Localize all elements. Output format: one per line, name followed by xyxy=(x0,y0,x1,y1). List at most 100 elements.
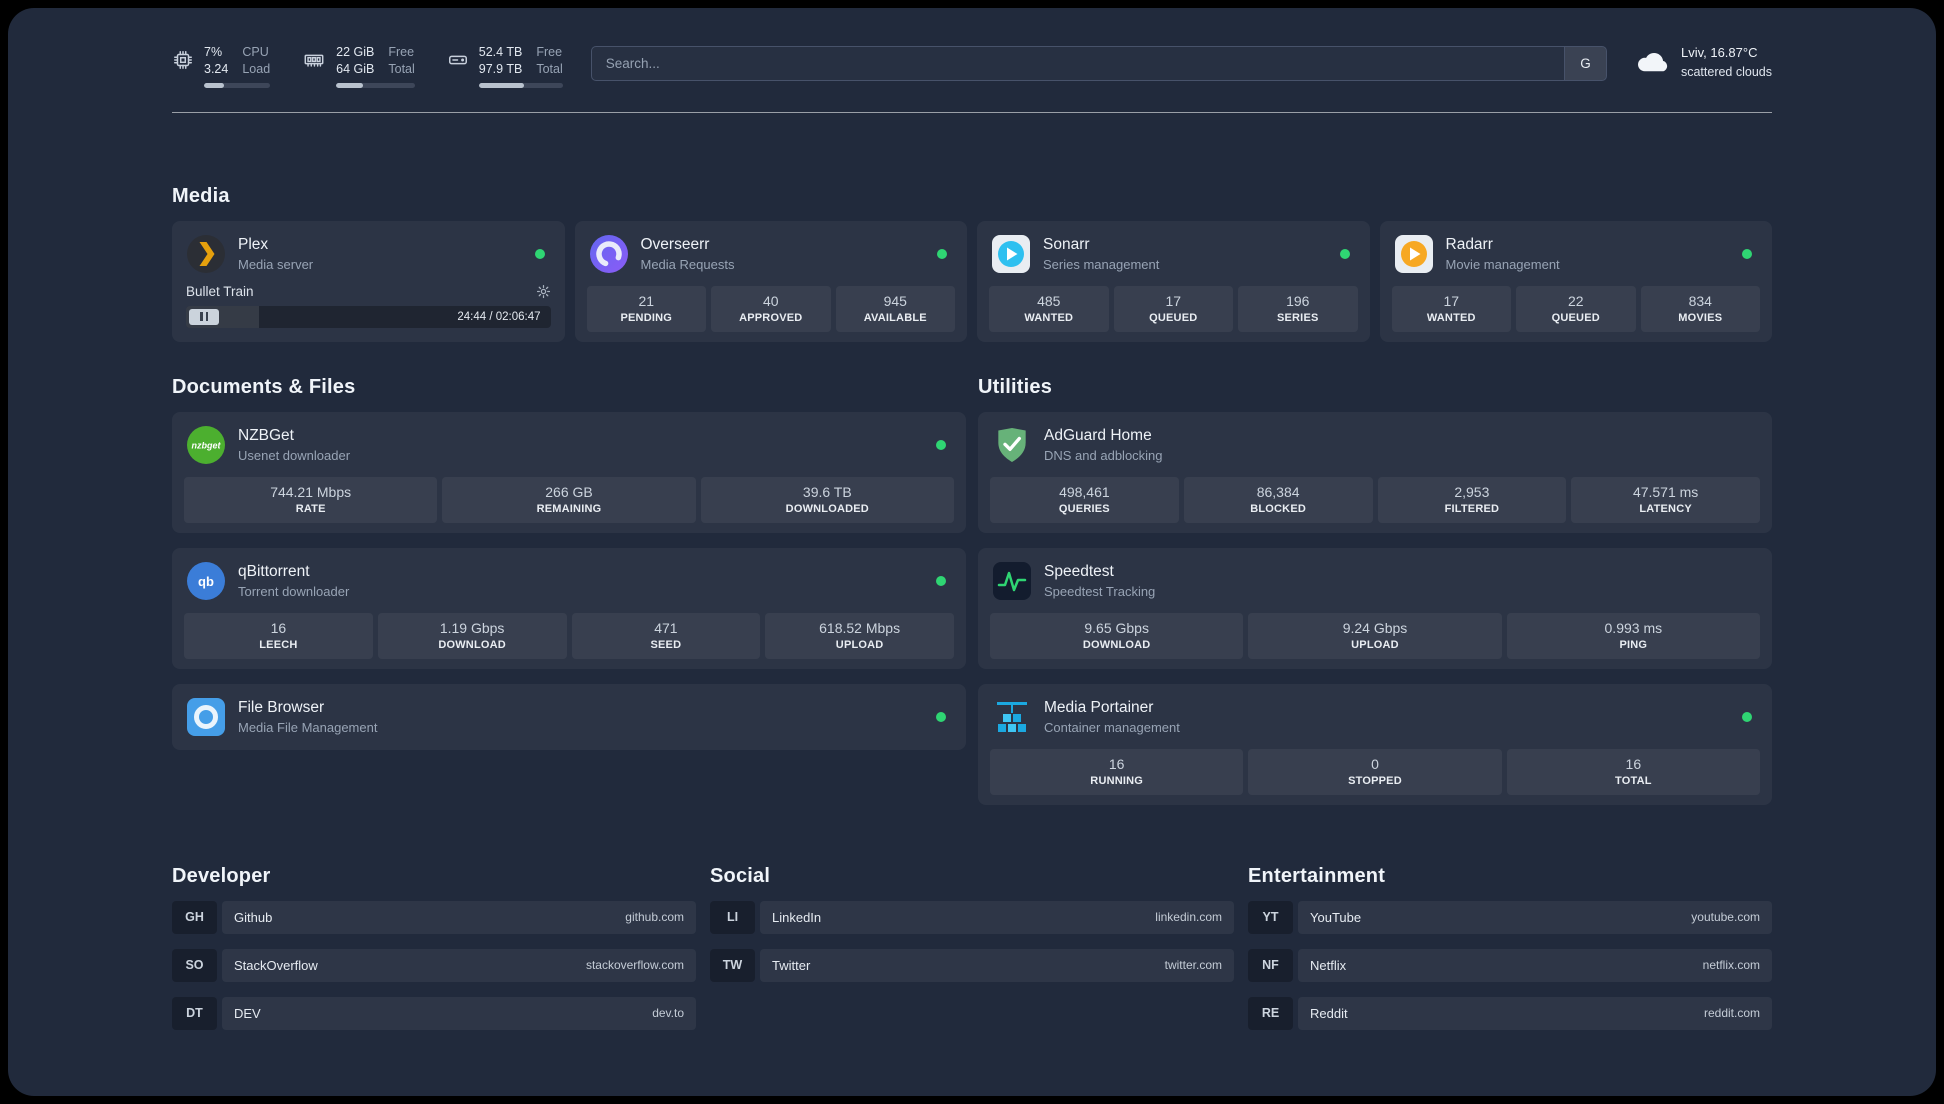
service-card-adguard-home[interactable]: AdGuard Home DNS and adblocking 498,461 … xyxy=(978,411,1772,533)
memory-free-label: Free xyxy=(388,45,415,59)
service-card-radarr[interactable]: Radarr Movie management 17 WANTED 22 QUE… xyxy=(1379,220,1772,342)
stat-box: 618.52 Mbps UPLOAD xyxy=(765,612,954,659)
search-provider-button[interactable]: G xyxy=(1563,47,1606,80)
qbittorrent-icon: qb xyxy=(186,561,226,601)
stat-label: WANTED xyxy=(1024,311,1074,324)
stat-box: 9.65 Gbps DOWNLOAD xyxy=(990,612,1244,659)
service-card-plex[interactable]: Plex Media server Bullet Train 24:44 / 0… xyxy=(172,220,565,342)
cpu-load-label: Load xyxy=(242,61,271,76)
stat-box: 744.21 Mbps RATE xyxy=(184,476,438,523)
stat-label: REMAINING xyxy=(536,502,602,515)
service-card-sonarr[interactable]: Sonarr Series management 485 WANTED 17 Q… xyxy=(977,220,1370,342)
top-bar: 7% 3.24 CPU Load 22 GiB 64 GiB Free Tota… xyxy=(172,44,1772,113)
memory-free-value: 22 GiB xyxy=(336,45,375,59)
stat-value: 17 xyxy=(1165,292,1182,309)
disk-meter xyxy=(478,82,563,88)
stat-label: SEED xyxy=(650,638,682,651)
service-name: Speedtest xyxy=(1044,562,1114,580)
bookmark-youtube[interactable]: YT YouTube youtube.com xyxy=(1248,900,1772,934)
service-subtitle: Movie management xyxy=(1445,256,1560,272)
stat-value: 618.52 Mbps xyxy=(819,619,901,636)
pause-button[interactable] xyxy=(189,308,219,325)
stat-label: DOWNLOAD xyxy=(438,638,506,651)
stat-label: QUEUED xyxy=(1149,311,1198,324)
svg-text:qb: qb xyxy=(198,574,214,589)
service-card-filebrowser[interactable]: File Browser Media File Management xyxy=(172,683,966,750)
service-subtitle: Usenet downloader xyxy=(238,447,351,463)
stat-value: 22 xyxy=(1567,292,1584,309)
bookmark-twitter[interactable]: TW Twitter twitter.com xyxy=(710,948,1234,982)
search-input[interactable] xyxy=(591,47,1564,80)
cpu-widget: 7% 3.24 CPU Load xyxy=(172,44,271,88)
bookmark-github[interactable]: GH Github github.com xyxy=(172,900,696,934)
now-playing-title: Bullet Train xyxy=(186,283,254,299)
bookmark-reddit[interactable]: RE Reddit reddit.com xyxy=(1248,996,1772,1030)
cpu-chip-icon xyxy=(172,49,194,76)
stat-value: 40 xyxy=(762,292,779,309)
bookmark-group-title: Developer xyxy=(172,864,271,887)
status-indicator xyxy=(1742,248,1752,259)
plex-icon xyxy=(186,234,226,274)
stat-value: 39.6 TB xyxy=(802,483,852,500)
service-card-nzbget[interactable]: nzbget NZBGet Usenet downloader 744.21 M… xyxy=(172,411,966,533)
service-name: AdGuard Home xyxy=(1044,426,1152,444)
gear-icon[interactable] xyxy=(536,284,551,299)
bookmark-group-title: Social xyxy=(710,864,771,887)
bookmark-stackoverflow[interactable]: SO StackOverflow stackoverflow.com xyxy=(172,948,696,982)
stat-value: 21 xyxy=(638,292,655,309)
service-name: Overseerr xyxy=(640,235,710,253)
stat-label: UPLOAD xyxy=(835,638,884,651)
bookmark-abbr: SO xyxy=(172,948,217,982)
svg-text:nzbget: nzbget xyxy=(192,440,222,450)
service-card-portainer[interactable]: Media Portainer Container management 16 … xyxy=(978,683,1772,805)
service-card-speedtest[interactable]: Speedtest Speedtest Tracking 9.65 Gbps D… xyxy=(978,547,1772,669)
weather-condition: scattered clouds xyxy=(1680,64,1772,79)
disk-widget: 52.4 TB 97.9 TB Free Total xyxy=(447,44,563,88)
bookmark-group-title: Entertainment xyxy=(1248,864,1386,887)
stat-box: 47.571 ms LATENCY xyxy=(1571,476,1760,523)
bookmark-name: StackOverflow xyxy=(234,957,318,973)
bookmark-dev[interactable]: DT DEV dev.to xyxy=(172,996,696,1030)
stat-label: PING xyxy=(1619,638,1648,651)
memory-total-value: 64 GiB xyxy=(336,61,375,76)
stat-box: 16 LEECH xyxy=(184,612,373,659)
stat-value: 16 xyxy=(1108,755,1125,772)
stat-label: SERIES xyxy=(1276,311,1319,324)
stat-value: 16 xyxy=(270,619,287,636)
service-subtitle: Media server xyxy=(238,256,314,272)
stat-label: TOTAL xyxy=(1614,774,1652,787)
cpu-label: CPU xyxy=(242,45,269,59)
stat-box: 1.19 Gbps DOWNLOAD xyxy=(377,612,567,659)
status-indicator xyxy=(936,575,946,586)
section-documents-files: Documents & Files nzbget NZBGet Usenet d… xyxy=(172,376,966,750)
middle-columns: Documents & Files nzbget NZBGet Usenet d… xyxy=(172,376,1772,805)
stat-value: 1.19 Gbps xyxy=(439,619,505,636)
media-grid: Plex Media server Bullet Train 24:44 / 0… xyxy=(172,220,1772,342)
service-card-qbittorrent[interactable]: qb qBittorrent Torrent downloader 16 LEE… xyxy=(172,547,966,669)
stat-value: 834 xyxy=(1688,292,1712,309)
stat-value: 498,461 xyxy=(1059,483,1110,500)
status-indicator xyxy=(1742,711,1752,722)
stat-label: RUNNING xyxy=(1090,774,1144,787)
service-subtitle: Speedtest Tracking xyxy=(1044,583,1156,599)
service-subtitle: Media File Management xyxy=(238,719,378,735)
stat-label: APPROVED xyxy=(739,311,803,324)
bookmark-netflix[interactable]: NF Netflix netflix.com xyxy=(1248,948,1772,982)
stat-box: 22 QUEUED xyxy=(1516,285,1636,332)
status-indicator xyxy=(936,439,946,450)
bookmark-name: Twitter xyxy=(772,957,811,973)
stat-box: 86,384 BLOCKED xyxy=(1183,476,1373,523)
bookmark-linkedin[interactable]: LI LinkedIn linkedin.com xyxy=(710,900,1234,934)
service-card-overseerr[interactable]: Overseerr Media Requests 21 PENDING 40 A… xyxy=(574,220,967,342)
bookmark-domain: reddit.com xyxy=(1703,1006,1760,1021)
service-name: qBittorrent xyxy=(238,562,310,580)
section-media: Media Plex Media server Bullet Train 24:… xyxy=(172,185,1772,342)
playback-progress-bar[interactable]: 24:44 / 02:06:47 xyxy=(186,305,551,328)
bookmark-name: LinkedIn xyxy=(772,909,822,925)
bookmark-abbr: GH xyxy=(172,900,217,934)
adguard-icon xyxy=(992,425,1032,465)
plex-now-playing: Bullet Train 24:44 / 02:06:47 xyxy=(184,284,553,328)
section-title-utilities: Utilities xyxy=(978,375,1053,398)
stat-value: 17 xyxy=(1443,292,1460,309)
service-subtitle: DNS and adblocking xyxy=(1044,447,1163,463)
